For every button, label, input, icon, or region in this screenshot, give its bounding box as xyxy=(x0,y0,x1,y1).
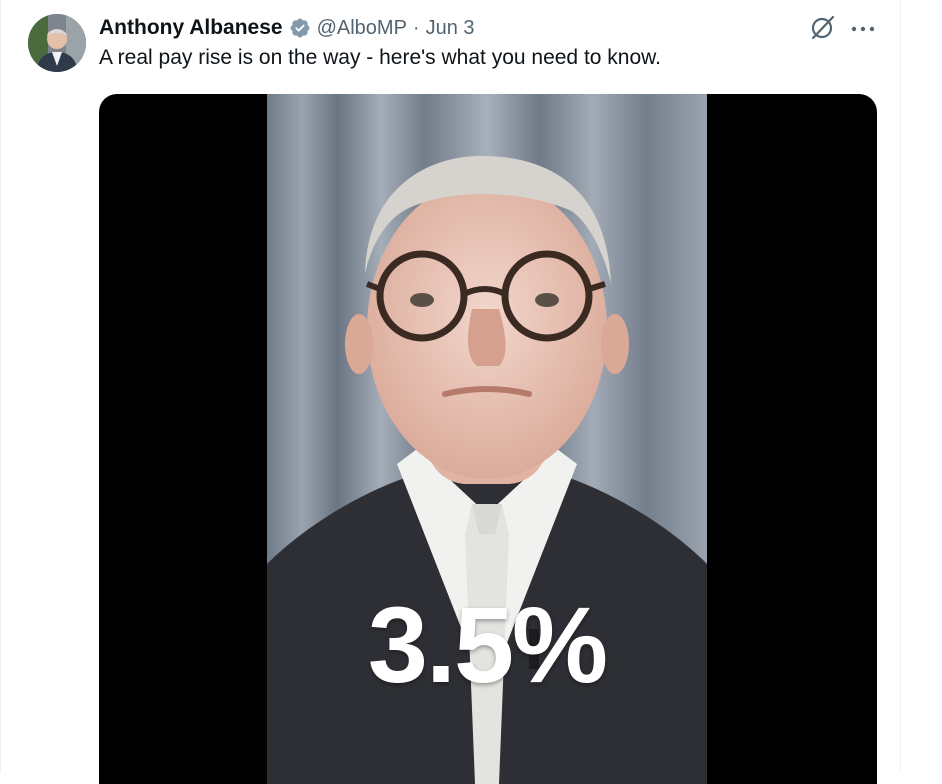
video-overlay-text: 3.5% xyxy=(367,584,608,705)
separator-dot: · xyxy=(412,16,420,39)
avatar-image xyxy=(28,14,86,72)
verified-badge-icon[interactable] xyxy=(289,17,311,39)
video-frame: 3.5% xyxy=(267,94,707,784)
more-options-button[interactable] xyxy=(848,14,878,44)
grok-icon xyxy=(810,14,836,45)
grok-button[interactable] xyxy=(808,14,838,44)
tweet-text: A real pay rise is on the way - here's w… xyxy=(99,46,661,69)
tweet-date[interactable]: Jun 3 xyxy=(426,17,475,40)
avatar[interactable] xyxy=(28,14,86,72)
more-options-icon xyxy=(850,20,876,38)
video-player[interactable]: 3.5% xyxy=(99,94,877,784)
author-handle[interactable]: @AlboMP xyxy=(317,17,407,40)
tweet[interactable]: Anthony Albanese @AlboMP · Jun 3 A real … xyxy=(0,0,942,784)
tweet-header: Anthony Albanese @AlboMP · Jun 3 xyxy=(99,14,475,42)
author-name[interactable]: Anthony Albanese xyxy=(99,16,283,40)
